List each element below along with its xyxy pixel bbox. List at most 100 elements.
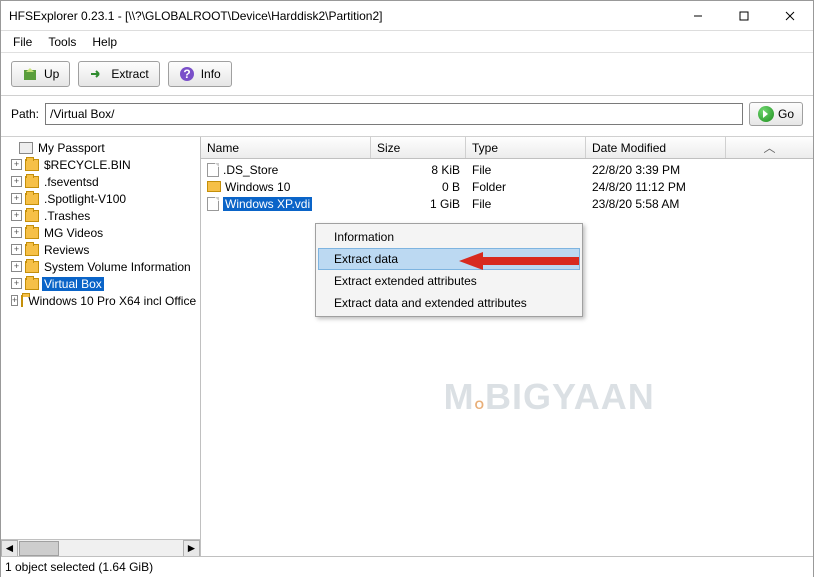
folder-icon xyxy=(25,278,39,290)
menu-file[interactable]: File xyxy=(5,33,40,51)
expand-icon[interactable]: + xyxy=(11,261,22,272)
file-size: 0 B xyxy=(371,180,466,194)
file-date: 24/8/20 11:12 PM xyxy=(586,180,726,194)
folder-icon xyxy=(21,295,23,307)
folder-icon xyxy=(25,227,39,239)
path-label: Path: xyxy=(11,107,39,121)
tree-root[interactable]: My Passport xyxy=(1,139,200,156)
tree-item-label: Reviews xyxy=(42,243,91,257)
file-type: Folder xyxy=(466,180,586,194)
file-icon xyxy=(207,197,219,211)
expand-icon[interactable]: + xyxy=(11,244,22,255)
extract-label: Extract xyxy=(111,67,148,81)
scroll-left-icon[interactable]: ◄ xyxy=(1,540,18,557)
expand-icon[interactable]: + xyxy=(11,278,22,289)
folder-icon xyxy=(25,261,39,273)
path-input[interactable] xyxy=(45,103,743,125)
up-button[interactable]: Up xyxy=(11,61,70,87)
context-menu-item[interactable]: Extract extended attributes xyxy=(318,270,580,292)
tree-item-label: Windows 10 Pro X64 incl Office 2019 xyxy=(26,294,201,308)
watermark: MOBIGYAAN xyxy=(444,376,655,418)
column-size[interactable]: Size xyxy=(371,137,466,158)
column-type[interactable]: Type xyxy=(466,137,586,158)
tree-item-label: MG Videos xyxy=(42,226,105,240)
file-name: Windows 10 xyxy=(225,180,290,194)
file-size: 8 KiB xyxy=(371,163,466,177)
file-list-panel: Name Size Type Date Modified ︿ .DS_Store… xyxy=(201,137,813,556)
tree-item[interactable]: + .Spotlight-V100 xyxy=(1,190,200,207)
main-split: My Passport+$RECYCLE.BIN+.fseventsd+.Spo… xyxy=(1,136,813,556)
folder-icon xyxy=(207,181,221,192)
column-date[interactable]: Date Modified xyxy=(586,137,726,158)
column-headers: Name Size Type Date Modified ︿ xyxy=(201,137,813,159)
status-bar: 1 object selected (1.64 GiB) xyxy=(1,556,813,577)
svg-text:?: ? xyxy=(183,67,190,81)
go-button[interactable]: Go xyxy=(749,102,803,126)
expand-icon[interactable]: + xyxy=(11,210,22,221)
tree-item-label: .Spotlight-V100 xyxy=(42,192,128,206)
extract-icon xyxy=(89,66,105,82)
info-label: Info xyxy=(201,67,221,81)
status-text: 1 object selected (1.64 GiB) xyxy=(5,560,153,574)
tree-item[interactable]: + Windows 10 Pro X64 incl Office 2019 xyxy=(1,292,200,309)
folder-icon xyxy=(25,193,39,205)
tree-item-label: .fseventsd xyxy=(42,175,101,189)
file-icon xyxy=(207,163,219,177)
file-name: .DS_Store xyxy=(223,163,278,177)
context-menu-item[interactable]: Information xyxy=(318,226,580,248)
expand-icon[interactable]: + xyxy=(11,176,22,187)
column-name[interactable]: Name xyxy=(201,137,371,158)
list-row[interactable]: Windows 10 0 BFolder24/8/20 11:12 PM xyxy=(201,178,813,195)
tree-horizontal-scrollbar[interactable]: ◄ ► xyxy=(1,539,200,556)
tree-root-label: My Passport xyxy=(36,141,107,155)
tree-item[interactable]: +$RECYCLE.BIN xyxy=(1,156,200,173)
up-icon xyxy=(22,66,38,82)
tree-panel: My Passport+$RECYCLE.BIN+.fseventsd+.Spo… xyxy=(1,137,201,556)
extract-button[interactable]: Extract xyxy=(78,61,159,87)
file-type: File xyxy=(466,197,586,211)
tree-item[interactable]: + .fseventsd xyxy=(1,173,200,190)
go-label: Go xyxy=(778,107,794,121)
maximize-button[interactable] xyxy=(721,1,767,31)
folder-icon xyxy=(25,244,39,256)
expand-icon[interactable]: + xyxy=(11,193,22,204)
file-name: Windows XP.vdi xyxy=(223,197,312,211)
folder-icon xyxy=(25,159,39,171)
menu-tools[interactable]: Tools xyxy=(40,33,84,51)
close-button[interactable] xyxy=(767,1,813,31)
tree-item[interactable]: + System Volume Information xyxy=(1,258,200,275)
info-icon: ? xyxy=(179,66,195,82)
up-label: Up xyxy=(44,67,59,81)
title-bar: HFSExplorer 0.23.1 - [\\?\GLOBALROOT\Dev… xyxy=(1,1,813,31)
list-row[interactable]: .DS_Store 8 KiBFile22/8/20 3:39 PM xyxy=(201,161,813,178)
file-date: 23/8/20 5:58 AM xyxy=(586,197,726,211)
drive-icon xyxy=(19,142,33,154)
expand-icon[interactable]: + xyxy=(11,227,22,238)
menu-help[interactable]: Help xyxy=(84,33,125,51)
window-title: HFSExplorer 0.23.1 - [\\?\GLOBALROOT\Dev… xyxy=(1,9,675,23)
tree-item-label: System Volume Information xyxy=(42,260,193,274)
tree-item[interactable]: + .Trashes xyxy=(1,207,200,224)
tree-item[interactable]: + MG Videos xyxy=(1,224,200,241)
expand-icon[interactable]: + xyxy=(11,159,22,170)
context-menu: InformationExtract dataExtract extended … xyxy=(315,223,583,317)
context-menu-item[interactable]: Extract data and extended attributes xyxy=(318,292,580,314)
column-sort-indicator: ︿ xyxy=(726,137,813,158)
info-button[interactable]: ? Info xyxy=(168,61,232,87)
file-date: 22/8/20 3:39 PM xyxy=(586,163,726,177)
tree-item[interactable]: + Reviews xyxy=(1,241,200,258)
context-menu-item[interactable]: Extract data xyxy=(318,248,580,270)
list-row[interactable]: Windows XP.vdi1 GiBFile23/8/20 5:58 AM xyxy=(201,195,813,212)
window-controls xyxy=(675,1,813,31)
path-bar: Path: Go xyxy=(1,96,813,136)
toolbar: Up Extract ? Info xyxy=(1,53,813,96)
scroll-thumb[interactable] xyxy=(19,541,59,556)
file-type: File xyxy=(466,163,586,177)
scroll-right-icon[interactable]: ► xyxy=(183,540,200,557)
minimize-button[interactable] xyxy=(675,1,721,31)
expand-icon[interactable]: + xyxy=(11,295,18,306)
folder-icon xyxy=(25,210,39,222)
tree-item[interactable]: +Virtual Box xyxy=(1,275,200,292)
tree-item-label: .Trashes xyxy=(42,209,92,223)
menu-bar: File Tools Help xyxy=(1,31,813,53)
